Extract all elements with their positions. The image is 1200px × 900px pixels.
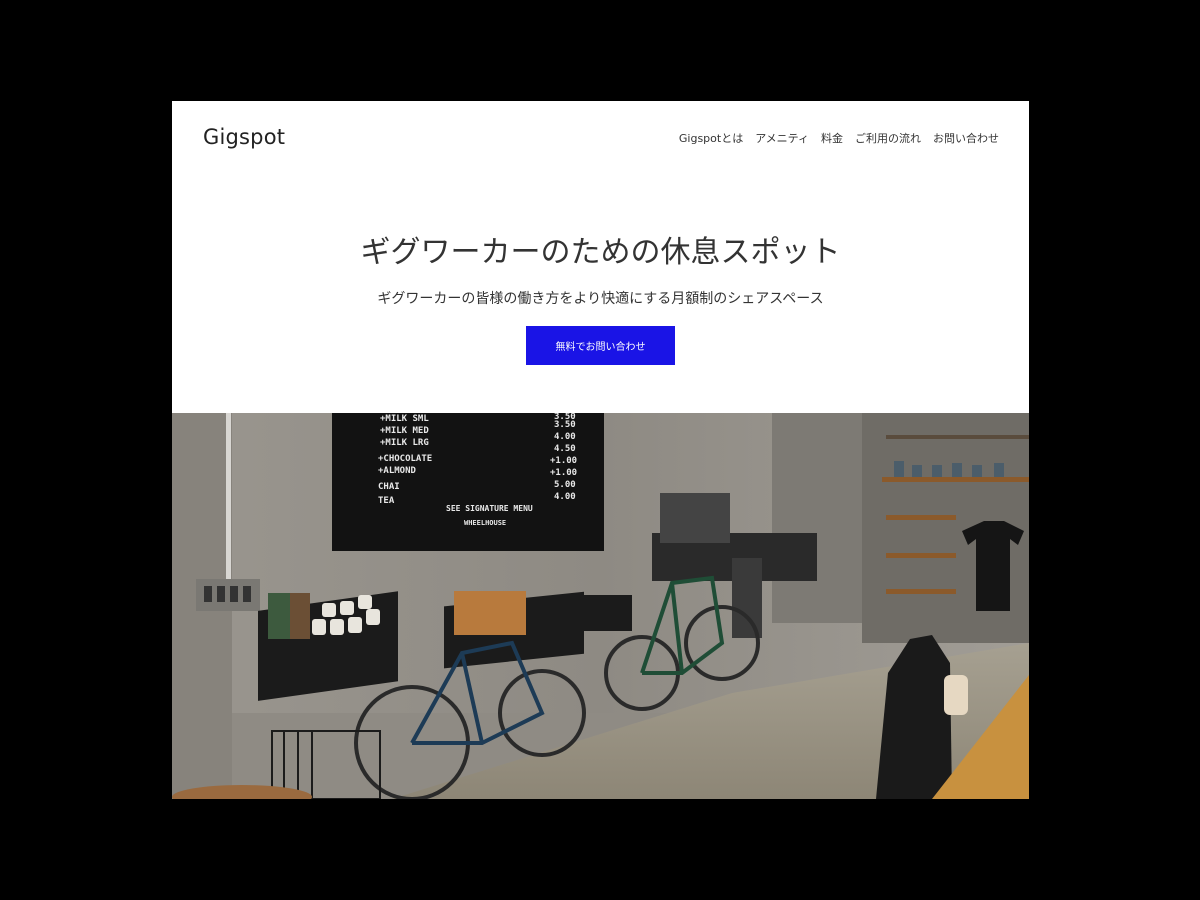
menu-line: +MILK LRG (380, 438, 429, 448)
nav-item-flow[interactable]: ご利用の流れ (855, 130, 921, 146)
nav-item-amenities[interactable]: アメニティ (755, 130, 809, 146)
site-logo[interactable]: Gigspot (203, 125, 285, 149)
nav-item-contact[interactable]: お問い合わせ (933, 130, 999, 146)
menu-price: 4.50 (554, 444, 576, 454)
hero-title: ギグワーカーのための休息スポット (360, 235, 841, 270)
menu-line: +ALMOND (378, 466, 417, 476)
contact-cta-button[interactable]: 無料でお問い合わせ (526, 326, 675, 365)
menu-price: 3.50 (554, 420, 576, 430)
hero-photo-cafe: +MILK SML +MILK MED +MILK LRG +CHOCOLATE… (172, 413, 1029, 799)
nav-item-pricing[interactable]: 料金 (821, 130, 843, 146)
menu-line: +MILK SML (380, 414, 429, 424)
nav-item-about[interactable]: Gigspotとは (679, 130, 743, 146)
menu-price: +1.00 (550, 468, 577, 478)
hero-subtitle: ギグワーカーの皆様の働き方をより快適にする月額制のシェアスペース (377, 291, 824, 307)
menu-line: +MILK MED (380, 426, 429, 436)
menu-price: 5.00 (554, 480, 576, 490)
main-nav: Gigspotとは アメニティ 料金 ご利用の流れ お問い合わせ (679, 130, 999, 146)
menu-brand: WHEELHOUSE (464, 519, 506, 527)
menu-price: 4.00 (554, 432, 576, 442)
menu-board: +MILK SML +MILK MED +MILK LRG +CHOCOLATE… (332, 413, 604, 551)
wall-outlet (196, 579, 260, 611)
menu-line: +CHOCOLATE (378, 454, 432, 464)
page: Gigspot Gigspotとは アメニティ 料金 ご利用の流れ お問い合わせ… (172, 101, 1029, 799)
menu-line: CHAI (378, 482, 400, 492)
menu-line: TEA (378, 496, 395, 506)
menu-price: +1.00 (550, 456, 577, 466)
menu-footer: SEE SIGNATURE MENU (446, 504, 533, 513)
site-header: Gigspot Gigspotとは アメニティ 料金 ご利用の流れ お問い合わせ (172, 101, 1029, 176)
menu-price: 4.00 (554, 492, 576, 502)
